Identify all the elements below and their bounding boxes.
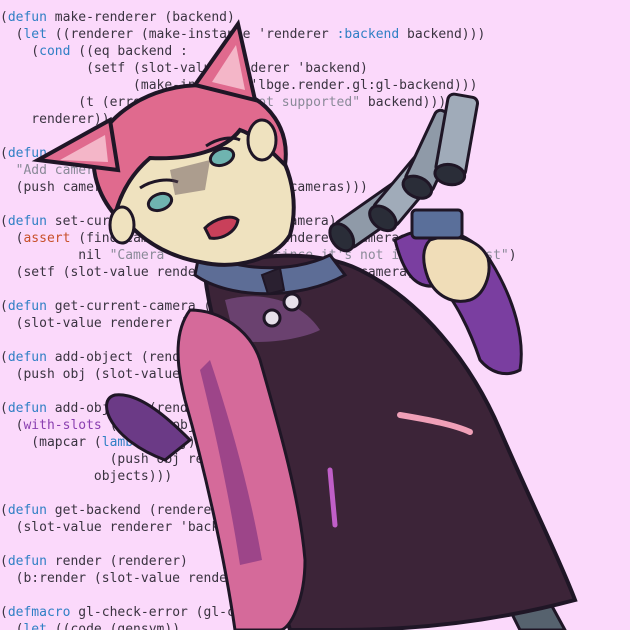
collar-button-left — [262, 308, 282, 328]
artwork-canvas: (defun make-renderer (backend) (let ((re… — [0, 0, 630, 630]
collar-button-right — [282, 292, 302, 312]
character-side-ear-left — [108, 205, 136, 245]
character-side-ear — [246, 118, 278, 162]
character-tail — [105, 393, 193, 462]
binocular-tubes-device — [328, 92, 480, 253]
character-hand — [422, 235, 491, 303]
cat-eared-character-illustration — [31, 19, 578, 630]
